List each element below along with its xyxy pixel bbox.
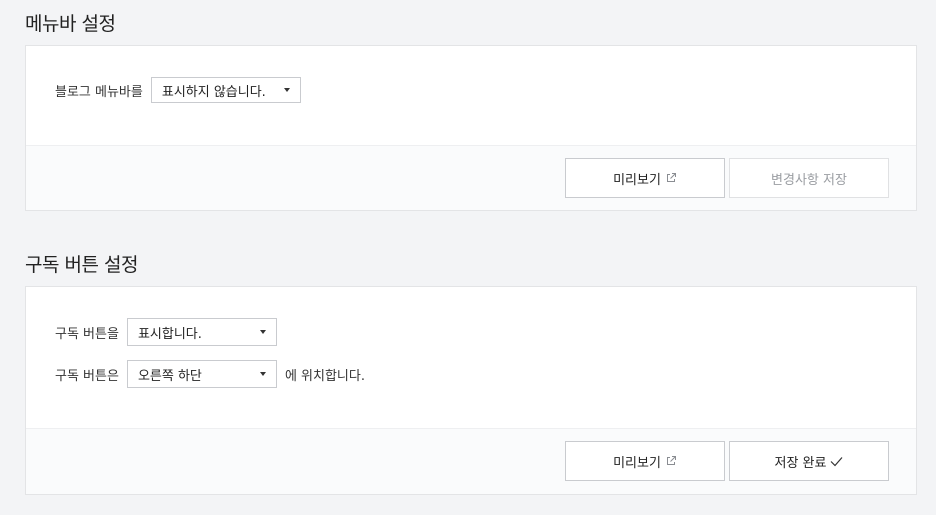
subscribe-preview-button[interactable]: 미리보기 [565,441,725,481]
menubar-visibility-value: 표시하지 않습니다. [161,84,266,100]
subscribe-visibility-label: 구독 버튼을 [55,326,119,342]
subscribe-save-label: 저장 완료 [774,455,827,471]
subscribe-visibility-value: 표시합니다. [137,326,202,342]
subscribe-position-value: 오른쪽 하단 [137,368,202,384]
menubar-save-label: 변경사항 저장 [771,172,847,188]
caret-down-icon [259,330,266,334]
subscribe-section-title: 구독 버튼 설정 [25,254,138,276]
menubar-save-button[interactable]: 변경사항 저장 [729,158,889,198]
subscribe-settings-card: 구독 버튼을 표시합니다. 구독 버튼은 오른쪽 하단 에 위치합니다. 미리보… [25,286,917,495]
check-icon [830,456,843,467]
menubar-section-title: 메뉴바 설정 [25,13,116,35]
caret-down-icon [283,88,290,92]
caret-down-icon [259,372,266,376]
menubar-settings-card: 블로그 메뉴바를 표시하지 않습니다. 미리보기 변경사항 저장 [25,45,917,211]
subscribe-position-suffix: 에 위치합니다. [284,368,365,384]
menubar-preview-button[interactable]: 미리보기 [565,158,725,198]
menubar-preview-label: 미리보기 [613,172,661,188]
external-link-icon [665,172,677,184]
subscribe-preview-label: 미리보기 [613,455,661,471]
subscribe-card-footer: 미리보기 저장 완료 [26,428,916,494]
subscribe-position-row: 구독 버튼은 오른쪽 하단 에 위치합니다. [55,360,365,388]
subscribe-visibility-select[interactable]: 표시합니다. [126,318,277,346]
menubar-visibility-label: 블로그 메뉴바를 [55,84,143,100]
menubar-visibility-select[interactable]: 표시하지 않습니다. [150,77,301,103]
subscribe-save-button[interactable]: 저장 완료 [729,441,889,481]
menubar-card-footer: 미리보기 변경사항 저장 [26,145,916,210]
subscribe-visibility-row: 구독 버튼을 표시합니다. [55,318,277,346]
subscribe-position-label: 구독 버튼은 [55,368,119,384]
menubar-visibility-row: 블로그 메뉴바를 표시하지 않습니다. [55,77,301,103]
subscribe-position-select[interactable]: 오른쪽 하단 [126,360,277,388]
external-link-icon [665,455,677,467]
